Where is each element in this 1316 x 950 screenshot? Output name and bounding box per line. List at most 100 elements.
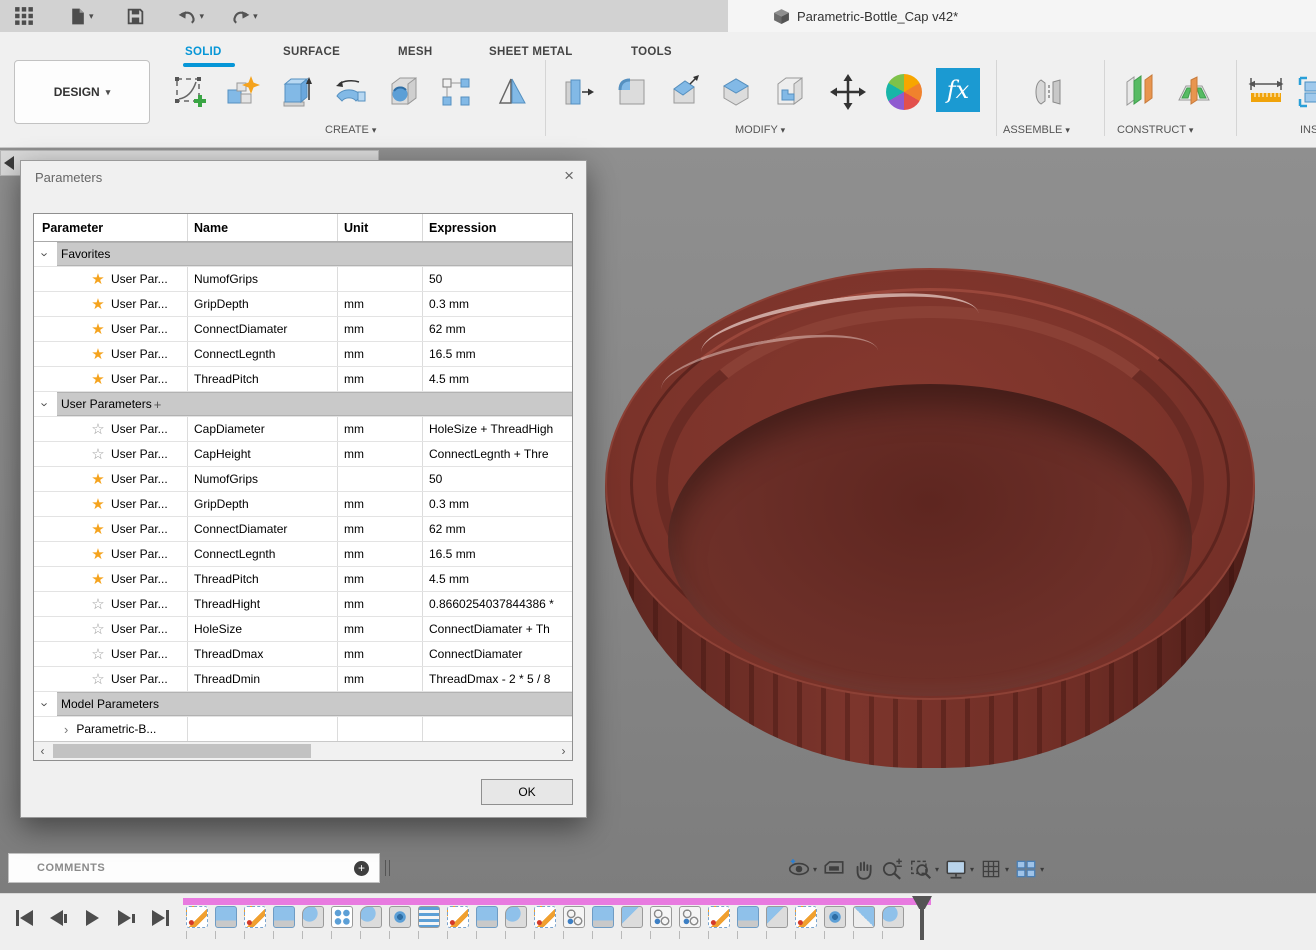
timeline-feature-extrude-icon[interactable] [476,906,498,928]
favorite-star-icon[interactable]: ☆ [89,622,107,637]
parameter-row[interactable]: ☆User Par...ThreadDmaxmmConnectDiamater [34,642,572,667]
scrollbar-track[interactable] [51,742,555,760]
parameter-expression-cell[interactable]: ThreadDmax - 2 * 5 / 8 [422,667,572,691]
timeline-feature-sketch-icon[interactable] [708,906,730,928]
parameter-expression-cell[interactable]: 0.8660254037844386 * [422,592,572,616]
section-row[interactable]: ›Favorites [34,242,572,267]
parameter-name-cell[interactable]: CapDiameter [187,417,337,441]
grid-display-button[interactable]: ▾ [979,857,1009,881]
collapse-chevron-icon[interactable]: › [34,242,57,266]
scrollbar-thumb[interactable] [53,744,311,758]
favorite-star-icon[interactable]: ☆ [89,672,107,687]
file-menu-button[interactable]: ▾ [64,5,98,28]
parameter-expression-cell[interactable]: 16.5 mm [422,342,572,366]
parameter-expression-cell[interactable]: 4.5 mm [422,567,572,591]
group-assemble[interactable]: ASSEMBLE ▾ [1003,124,1070,136]
parameter-name-cell[interactable]: NumofGrips [187,467,337,491]
parameter-expression-cell[interactable]: 4.5 mm [422,367,572,391]
parameter-expression-cell[interactable]: ConnectDiamater [422,642,572,666]
tab-surface[interactable]: SURFACE [283,46,340,66]
collapse-chevron-icon[interactable]: › [34,692,57,716]
group-construct[interactable]: CONSTRUCT ▾ [1117,124,1193,136]
parameter-name-cell[interactable]: NumofGrips [187,267,337,291]
parameter-expression-cell[interactable]: ConnectDiamater + Th [422,617,572,641]
parameter-expression-cell[interactable]: 16.5 mm [422,542,572,566]
redo-button[interactable]: ▾ [226,5,262,28]
scroll-left-icon[interactable]: ‹ [34,742,51,760]
favorite-star-icon[interactable]: ☆ [89,597,107,612]
parameter-row[interactable]: ★User Par...GripDepthmm0.3 mm [34,492,572,517]
parameter-row[interactable]: ★User Par...ConnectLegnthmm16.5 mm [34,342,572,367]
orbit-button[interactable]: ▾ [787,857,817,881]
parameter-name-cell[interactable]: ConnectLegnth [187,542,337,566]
timeline-feature-fillet-icon[interactable] [302,906,324,928]
document-tab[interactable]: Parametric-Bottle_Cap v42* [728,0,1316,32]
parameter-row[interactable]: ★User Par...NumofGrips50 [34,267,572,292]
parameter-row[interactable]: ☆User Par...HoleSizemmConnectDiamater + … [34,617,572,642]
parameter-name-cell[interactable]: GripDepth [187,492,337,516]
measure-button[interactable] [1244,70,1288,114]
create-form-button[interactable] [220,70,264,114]
favorite-star-icon[interactable]: ★ [89,347,107,362]
favorite-star-icon[interactable]: ★ [89,322,107,337]
tab-sheet-metal[interactable]: SHEET METAL [489,46,573,66]
parameter-row[interactable]: ★User Par...ConnectLegnthmm16.5 mm [34,542,572,567]
timeline-feature-fillet-icon[interactable] [882,906,904,928]
timeline-feature-extrude-icon[interactable] [273,906,295,928]
extrude-button[interactable] [274,70,318,114]
parameter-row[interactable]: ★User Par...ConnectDiamatermm62 mm [34,317,572,342]
parameter-row[interactable]: ★User Par...NumofGrips50 [34,467,572,492]
parameter-name-cell[interactable]: ThreadDmin [187,667,337,691]
parameter-row[interactable]: ☆User Par...ThreadDminmmThreadDmax - 2 *… [34,667,572,692]
timeline-feature-fillet-icon[interactable] [360,906,382,928]
timeline-feature-pattern-icon[interactable] [331,906,353,928]
favorite-star-icon[interactable]: ☆ [89,647,107,662]
favorite-star-icon[interactable]: ★ [89,372,107,387]
favorite-star-icon[interactable]: ★ [89,272,107,287]
parameter-row[interactable]: ☆User Par...CapDiametermmHoleSize + Thre… [34,417,572,442]
browser-collapse-icon[interactable] [4,156,14,170]
timeline-feature-extrude-icon[interactable] [215,906,237,928]
timeline-feature-hole-icon[interactable] [824,906,846,928]
favorite-star-icon[interactable]: ★ [89,547,107,562]
add-parameter-icon[interactable]: + [154,397,162,412]
model-component-row[interactable]: ›Parametric-B... [34,717,572,741]
ok-button[interactable]: OK [481,779,573,805]
display-settings-button[interactable]: ▾ [944,857,974,881]
bottle-cap-inner-face[interactable] [668,384,1192,696]
timeline-feature-derive-icon[interactable] [563,906,585,928]
scroll-right-icon[interactable]: › [555,742,572,760]
favorite-star-icon[interactable]: ★ [89,497,107,512]
move-button[interactable] [826,70,870,114]
interference-button[interactable] [1294,70,1316,114]
parameter-expression-cell[interactable]: 62 mm [422,517,572,541]
construct-plane-button[interactable] [1118,70,1162,114]
parameter-expression-cell[interactable]: 0.3 mm [422,292,572,316]
parameter-name-cell[interactable]: ThreadPitch [187,367,337,391]
hole-button[interactable] [382,70,426,114]
group-create[interactable]: CREATE ▾ [325,124,376,136]
timeline-feature-fillet-icon[interactable] [505,906,527,928]
parameter-row[interactable]: ★User Par...ConnectDiamatermm62 mm [34,517,572,542]
joint-button[interactable] [1026,70,1070,114]
offset-face-button[interactable] [768,70,812,114]
parameter-expression-cell[interactable]: ConnectLegnth + Thre [422,442,572,466]
parameter-name-cell[interactable]: ConnectDiamater [187,517,337,541]
comments-resize-handle[interactable] [385,860,390,876]
timeline-feature-hole-icon[interactable] [389,906,411,928]
section-row[interactable]: ›User Parameters+ [34,392,572,417]
press-pull-button[interactable] [556,70,600,114]
timeline-feature-sketch-icon[interactable] [186,906,208,928]
parameter-row[interactable]: ★User Par...ThreadPitchmm4.5 mm [34,367,572,392]
timeline-feature-sketch-icon[interactable] [534,906,556,928]
parameter-row[interactable]: ★User Par...GripDepthmm0.3 mm [34,292,572,317]
timeline-feature-chamfer-icon[interactable] [621,906,643,928]
app-grid-menu-button[interactable] [10,4,38,28]
mirror-button[interactable] [490,70,534,114]
parameter-expression-cell[interactable]: 0.3 mm [422,492,572,516]
parameter-expression-cell[interactable]: 50 [422,267,572,291]
favorite-star-icon[interactable]: ☆ [89,447,107,462]
favorite-star-icon[interactable]: ☆ [89,422,107,437]
parameter-name-cell[interactable]: CapHeight [187,442,337,466]
parameter-expression-cell[interactable]: HoleSize + ThreadHigh [422,417,572,441]
